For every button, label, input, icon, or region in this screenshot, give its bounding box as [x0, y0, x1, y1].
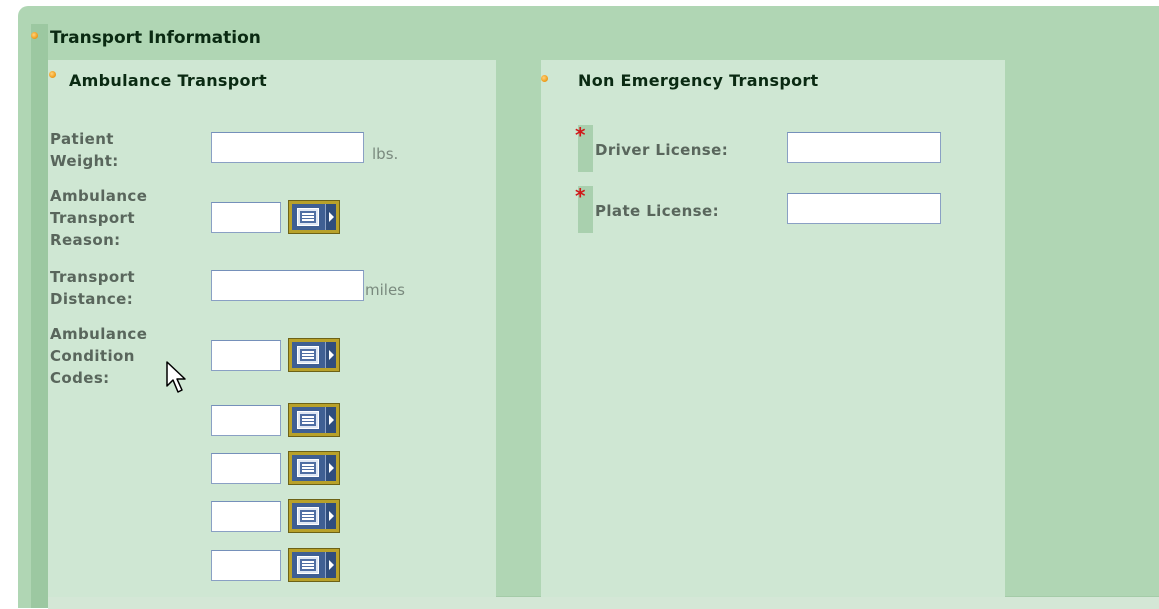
lookup-list-icon — [297, 507, 319, 525]
lookup-list-icon — [297, 346, 319, 364]
lookup-list-icon — [297, 459, 319, 477]
driver-license-label: Driver License: — [595, 141, 729, 159]
condition-code-lookup-button-3[interactable] — [288, 451, 340, 485]
patient-weight-unit: lbs. — [372, 145, 399, 163]
lookup-list-icon — [297, 556, 319, 574]
transport-reason-lookup-button[interactable] — [288, 200, 340, 234]
section-left-strip — [31, 24, 48, 608]
plate-license-label: Plate License: — [595, 202, 719, 220]
lookup-arrow-icon — [325, 503, 336, 529]
condition-code-lookup-button-4[interactable] — [288, 499, 340, 533]
lookup-list-icon — [297, 208, 319, 226]
condition-code-input-3[interactable] — [211, 453, 281, 484]
driver-license-input[interactable] — [787, 132, 941, 163]
lookup-arrow-icon — [325, 407, 336, 433]
plate-license-required-icon: * — [575, 184, 586, 208]
condition-code-lookup-button-2[interactable] — [288, 403, 340, 437]
transport-distance-input[interactable] — [211, 270, 364, 301]
lookup-arrow-icon — [325, 342, 336, 368]
condition-code-input-5[interactable] — [211, 550, 281, 581]
ambulance-bullet-icon — [49, 71, 56, 78]
condition-code-input-4[interactable] — [211, 501, 281, 532]
plate-license-input[interactable] — [787, 193, 941, 224]
lookup-arrow-icon — [325, 552, 336, 578]
condition-code-lookup-button-1[interactable] — [288, 338, 340, 372]
condition-code-input-2[interactable] — [211, 405, 281, 436]
condition-code-lookup-button-5[interactable] — [288, 548, 340, 582]
condition-code-input-1[interactable] — [211, 340, 281, 371]
patient-weight-label: Patient Weight: — [50, 130, 119, 170]
non-emergency-transport-title: Non Emergency Transport — [578, 71, 819, 90]
section-bottom-bar — [48, 596, 1159, 609]
mouse-pointer-icon — [166, 361, 186, 393]
ambulance-transport-title: Ambulance Transport — [69, 71, 267, 90]
non-emergency-bullet-icon — [541, 75, 548, 82]
lookup-arrow-icon — [325, 204, 336, 230]
transport-distance-unit: miles — [365, 281, 405, 299]
section-title: Transport Information — [50, 28, 261, 48]
lookup-list-icon — [297, 411, 319, 429]
condition-codes-label: Ambulance Condition Codes: — [50, 325, 148, 387]
driver-license-required-icon: * — [575, 123, 586, 147]
patient-weight-input[interactable] — [211, 132, 364, 163]
lookup-arrow-icon — [325, 455, 336, 481]
transport-reason-label: Ambulance Transport Reason: — [50, 187, 148, 249]
transport-distance-label: Transport Distance: — [50, 268, 135, 308]
transport-reason-input[interactable] — [211, 202, 281, 233]
section-bullet-icon — [31, 32, 38, 39]
